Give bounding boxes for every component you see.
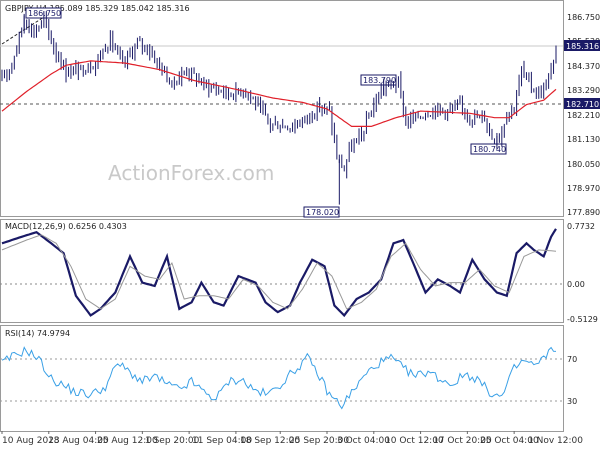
forex-chart: GBPJPY,H4 185.089 185.329 185.042 185.31…	[0, 0, 600, 446]
annotation-high: 186.750	[28, 9, 61, 18]
rsi-title: RSI(14) 74.9794	[5, 329, 70, 338]
price-ytick: 180.050	[567, 160, 600, 169]
price-ytick: 186.750	[567, 13, 600, 22]
xaxis-label: 1 Nov 12:00	[528, 436, 583, 446]
last-price-label: 185.316	[566, 42, 599, 51]
macd-ytick: 0.7732	[567, 222, 595, 231]
xaxis-label: 3 Oct 04:00	[337, 436, 390, 446]
macd-ytick: 0.00	[567, 280, 585, 289]
price-ytick: 184.370	[567, 62, 600, 71]
price-ytick: 177.890	[567, 208, 600, 217]
annotation-low: 178.020	[306, 208, 339, 217]
rsi-ytick: 70	[567, 355, 577, 364]
price-pane	[0, 0, 564, 217]
price-ytick: 181.130	[567, 135, 600, 144]
price-ytick: 178.970	[567, 184, 600, 193]
macd-title: MACD(12,26,9) 0.6256 0.4303	[5, 222, 127, 231]
watermark: ActionForex.com	[108, 161, 274, 185]
price-ytick: 183.290	[567, 86, 600, 95]
annotation-swing-low: 180.740	[473, 145, 506, 154]
price-level-label: 182.710	[566, 100, 599, 109]
macd-ytick: -0.5129	[567, 315, 598, 324]
price-ytick: 182.210	[567, 111, 600, 120]
rsi-ytick: 30	[567, 397, 577, 406]
